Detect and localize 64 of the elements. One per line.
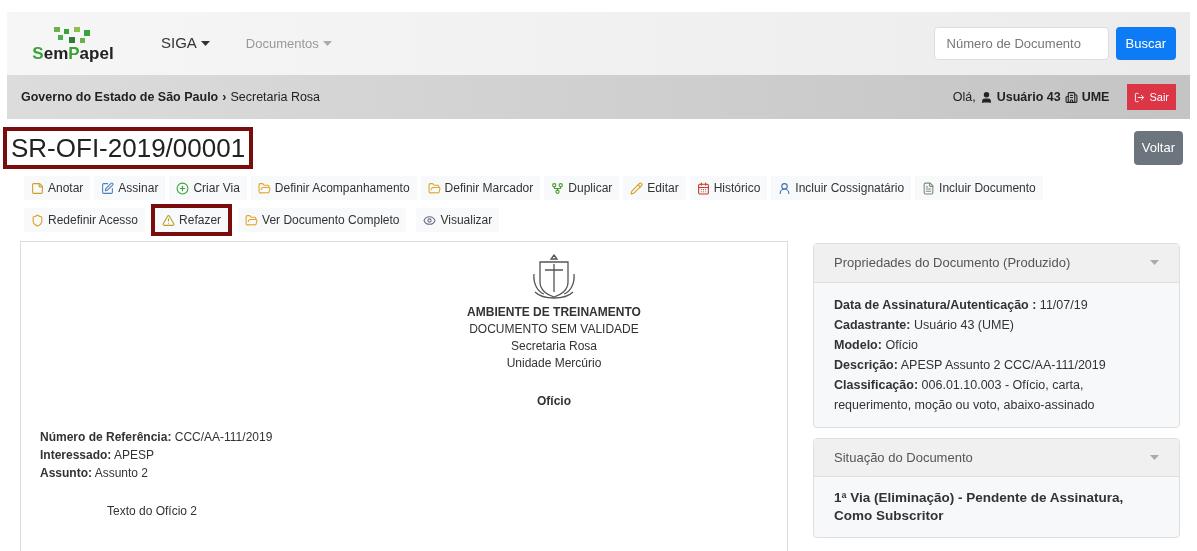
toolbar-button[interactable]: Incluir Cossignatário bbox=[771, 176, 912, 200]
document-field: Interessado: APESP bbox=[40, 446, 787, 464]
eye-icon bbox=[423, 213, 437, 227]
folder-icon bbox=[245, 213, 259, 227]
document-header-line: DOCUMENTO SEM VALIDADE bbox=[469, 321, 639, 338]
pencil-icon bbox=[630, 181, 644, 195]
property-line: Data de Assinatura/Autenticação : 11/07/19 bbox=[834, 296, 1089, 314]
user-unit: UME bbox=[1081, 88, 1110, 106]
toolbar-button[interactable]: Definir Acompanhamento bbox=[250, 176, 417, 200]
property-line: Modelo: Ofício bbox=[834, 336, 920, 354]
logo[interactable]: SemPapel bbox=[21, 25, 125, 62]
breadcrumb-unit[interactable]: Secretaria Rosa bbox=[230, 87, 321, 107]
user-name: Usuário 43 bbox=[996, 88, 1061, 106]
document-header-line: AMBIENTE DE TREINAMENTO bbox=[467, 304, 641, 321]
toolbar-button[interactable]: Definir Marcador bbox=[420, 176, 541, 200]
document-header-line: Secretaria Rosa bbox=[510, 338, 597, 355]
document-type: Ofício bbox=[537, 393, 571, 410]
breadcrumb-separator: › bbox=[222, 88, 227, 106]
toolbar-button[interactable]: Assinar bbox=[94, 176, 166, 200]
breadcrumb-org[interactable]: Governo do Estado de São Paulo bbox=[21, 87, 219, 107]
user-icon bbox=[979, 90, 993, 104]
property-line: Classificação: 006.01.10.003 - Ofício, carta, requerimento, moção ou voto, abaixo-assinado bbox=[834, 376, 1096, 414]
document-field: Número de Referência: CCC/AA-111/2019 bbox=[40, 428, 787, 446]
panel-header[interactable]: Propriedades do Documento (Produzido) bbox=[814, 244, 1179, 283]
note-icon bbox=[31, 181, 44, 195]
document-body: Texto do Ofício 2 bbox=[106, 503, 199, 520]
search-field[interactable]: Número de Documento bbox=[933, 27, 1109, 60]
pen-icon bbox=[101, 181, 115, 195]
folder-icon bbox=[427, 181, 441, 195]
document-header-line: Unidade Mercúrio bbox=[506, 355, 602, 372]
logout-button[interactable]: Sair bbox=[1127, 83, 1176, 111]
toolbar-button[interactable]: Duplicar bbox=[544, 176, 620, 200]
user-icon bbox=[778, 181, 792, 195]
document-field: Assunto: Assunto 2 bbox=[40, 464, 787, 482]
file-icon bbox=[922, 181, 936, 195]
warning-icon bbox=[162, 213, 176, 227]
toolbar-button[interactable]: Redefinir Acesso bbox=[24, 208, 146, 232]
toolbar-button[interactable]: Visualizar bbox=[416, 208, 500, 232]
nav-menu[interactable]: SIGA bbox=[161, 32, 210, 55]
logout-icon bbox=[1134, 91, 1146, 103]
search-button[interactable]: Buscar bbox=[1115, 27, 1176, 60]
panel-header[interactable]: Situação do Documento bbox=[814, 438, 1179, 477]
toolbar-button[interactable]: Incluir Documento bbox=[915, 176, 1043, 200]
fork-icon bbox=[551, 181, 565, 195]
caret-icon bbox=[200, 41, 210, 46]
status-text: 1ª Via (Eliminação) - Pendente de Assinatura, Como Subscritor bbox=[834, 489, 1125, 525]
caret-icon bbox=[1150, 260, 1159, 266]
back-button[interactable]: Voltar bbox=[1133, 131, 1183, 165]
greeting: Olá, bbox=[952, 88, 976, 106]
property-line: Descrição: APESP Assunto 2 CCC/AA-111/2019 bbox=[834, 356, 1107, 374]
toolbar-button[interactable]: Anotar bbox=[24, 176, 91, 200]
property-line: Cadastrante: Usuário 43 (UME) bbox=[834, 316, 1015, 334]
building-icon bbox=[1064, 90, 1078, 104]
calendar-icon bbox=[696, 181, 710, 195]
folder-icon bbox=[257, 181, 271, 195]
toolbar-button[interactable]: Editar bbox=[623, 176, 686, 200]
shield-icon bbox=[31, 213, 44, 227]
toolbar-button[interactable]: Ver Documento Completo bbox=[238, 208, 407, 232]
toolbar-button[interactable]: Histórico bbox=[689, 176, 768, 200]
caret-icon bbox=[322, 41, 332, 46]
caret-icon bbox=[1150, 454, 1159, 460]
brand-name: SemPapel bbox=[32, 45, 114, 62]
plus-icon bbox=[176, 181, 190, 195]
toolbar-button[interactable]: Criar Via bbox=[169, 176, 247, 200]
